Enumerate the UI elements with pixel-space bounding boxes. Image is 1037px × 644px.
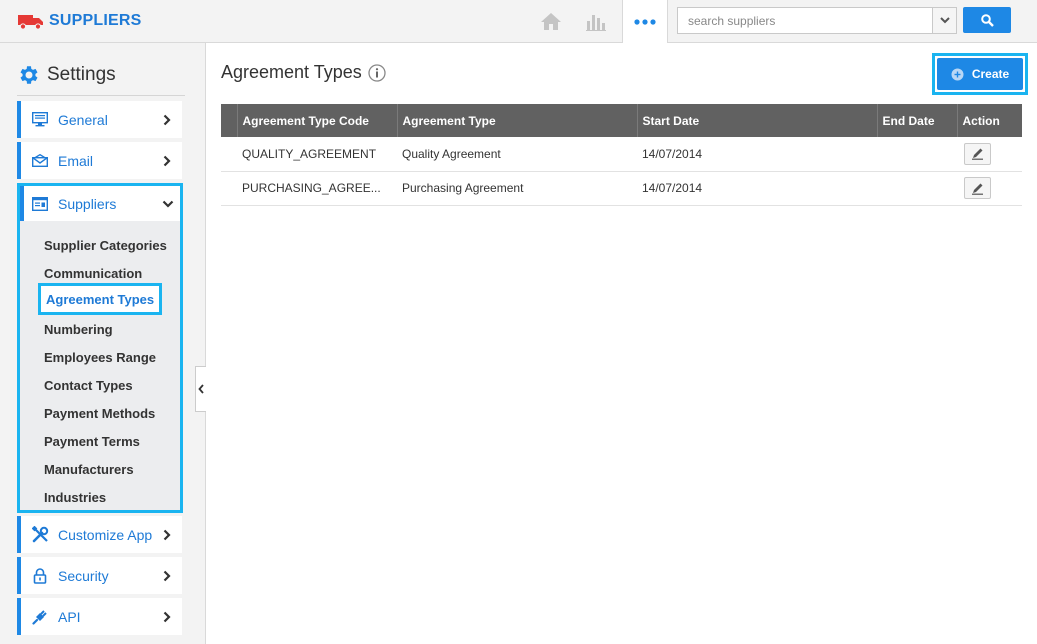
chevron-right-icon bbox=[160, 610, 174, 624]
row-select-cell bbox=[221, 171, 237, 206]
row-select-cell bbox=[221, 137, 237, 172]
subnav-industries[interactable]: Industries bbox=[44, 490, 106, 505]
chevron-left-icon bbox=[198, 384, 204, 394]
page-title: Agreement Types bbox=[221, 62, 362, 82]
sidebar-item-label: Customize App bbox=[58, 526, 153, 543]
cell-action bbox=[957, 171, 1022, 206]
form-icon bbox=[31, 195, 49, 213]
plus-circle-icon bbox=[951, 68, 964, 80]
create-button-highlight: Create bbox=[932, 53, 1028, 95]
column-header-code[interactable]: Agreement Type Code bbox=[237, 104, 398, 137]
subnav-communication[interactable]: Communication bbox=[44, 266, 142, 281]
chevron-down-icon bbox=[939, 17, 950, 24]
sidebar-group-suppliers: Suppliers Supplier Categories Communicat… bbox=[17, 183, 183, 513]
cell-action bbox=[957, 137, 1022, 172]
edit-button[interactable] bbox=[964, 142, 991, 165]
more-dots-icon[interactable] bbox=[622, 0, 668, 43]
subnav-agreement-types[interactable]: Agreement Types bbox=[38, 283, 162, 315]
subnav-numbering[interactable]: Numbering bbox=[44, 322, 113, 337]
sidebar: Settings General Email Suppliers Supplie… bbox=[0, 43, 206, 644]
bar-chart-icon[interactable] bbox=[575, 0, 617, 42]
tools-icon bbox=[31, 526, 49, 544]
sidebar-item-general[interactable]: General bbox=[17, 101, 182, 138]
monitor-icon bbox=[31, 111, 49, 129]
sidebar-item-label: Suppliers bbox=[58, 195, 117, 212]
brand[interactable]: SUPPLIERS bbox=[18, 10, 142, 32]
search-input[interactable] bbox=[677, 7, 933, 34]
chevron-right-icon bbox=[160, 569, 174, 583]
table-header-row: Agreement Type Code Agreement Type Start… bbox=[221, 104, 1022, 137]
cell-code: QUALITY_AGREEMENT bbox=[237, 137, 397, 172]
top-bar: SUPPLIERS bbox=[0, 0, 1037, 43]
sidebar-item-api[interactable]: API bbox=[17, 598, 182, 635]
column-header-select bbox=[221, 104, 238, 137]
search-button[interactable] bbox=[963, 7, 1011, 33]
sidebar-item-customize-app[interactable]: Customize App bbox=[17, 516, 182, 553]
cell-start-date: 14/07/2014 bbox=[637, 137, 877, 172]
settings-title: Settings bbox=[47, 64, 116, 85]
create-button[interactable]: Create bbox=[937, 58, 1023, 90]
chevron-right-icon bbox=[160, 528, 174, 542]
chevron-right-icon bbox=[160, 113, 174, 127]
sidebar-item-label: Security bbox=[58, 567, 109, 584]
subnav-label: Agreement Types bbox=[46, 292, 155, 307]
column-header-action: Action bbox=[957, 104, 1022, 137]
column-header-start-date[interactable]: Start Date bbox=[637, 104, 878, 137]
plug-icon bbox=[31, 608, 49, 626]
create-button-label: Create bbox=[971, 67, 1010, 81]
pencil-icon bbox=[972, 148, 983, 161]
edit-button[interactable] bbox=[964, 177, 991, 199]
app-title: SUPPLIERS bbox=[49, 12, 142, 29]
table-row[interactable]: PURCHASING_AGREE... Purchasing Agreement… bbox=[221, 171, 1022, 206]
column-header-type[interactable]: Agreement Type bbox=[397, 104, 638, 137]
sidebar-item-label: Email bbox=[58, 152, 94, 169]
subnav-payment-terms[interactable]: Payment Terms bbox=[44, 434, 140, 449]
search-icon bbox=[980, 13, 994, 27]
cell-end-date bbox=[877, 171, 957, 206]
truck-icon bbox=[18, 15, 43, 30]
sidebar-item-suppliers[interactable]: Suppliers bbox=[20, 186, 180, 221]
table-row[interactable]: QUALITY_AGREEMENT Quality Agreement 14/0… bbox=[221, 137, 1022, 172]
cell-type: Quality Agreement bbox=[397, 137, 637, 172]
chevron-right-icon bbox=[160, 154, 174, 168]
subnav-manufacturers[interactable]: Manufacturers bbox=[44, 462, 134, 477]
subnav-supplier-categories[interactable]: Supplier Categories bbox=[44, 238, 167, 253]
envelope-icon bbox=[31, 152, 49, 170]
chevron-down-icon bbox=[161, 197, 175, 211]
pencil-icon bbox=[972, 183, 983, 195]
cell-end-date bbox=[877, 137, 957, 172]
sidebar-item-email[interactable]: Email bbox=[17, 142, 182, 179]
info-icon[interactable] bbox=[368, 64, 386, 82]
subnav-employees-range[interactable]: Employees Range bbox=[44, 350, 156, 365]
sidebar-item-label: General bbox=[58, 111, 108, 128]
settings-header: Settings bbox=[17, 63, 185, 96]
home-icon[interactable] bbox=[530, 0, 572, 42]
search-dropdown-toggle[interactable] bbox=[932, 7, 957, 34]
sidebar-collapse-handle[interactable] bbox=[195, 366, 206, 412]
gear-icon bbox=[20, 66, 38, 84]
subnav-contact-types[interactable]: Contact Types bbox=[44, 378, 133, 393]
cell-type: Purchasing Agreement bbox=[397, 171, 637, 206]
sidebar-item-label: API bbox=[58, 608, 81, 625]
subnav-payment-methods[interactable]: Payment Methods bbox=[44, 406, 155, 421]
column-header-end-date[interactable]: End Date bbox=[877, 104, 958, 137]
cell-code: PURCHASING_AGREE... bbox=[237, 171, 397, 206]
sidebar-item-security[interactable]: Security bbox=[17, 557, 182, 594]
cell-start-date: 14/07/2014 bbox=[637, 171, 877, 206]
lock-icon bbox=[31, 567, 49, 585]
agreement-types-table: Agreement Type Code Agreement Type Start… bbox=[221, 104, 1022, 206]
